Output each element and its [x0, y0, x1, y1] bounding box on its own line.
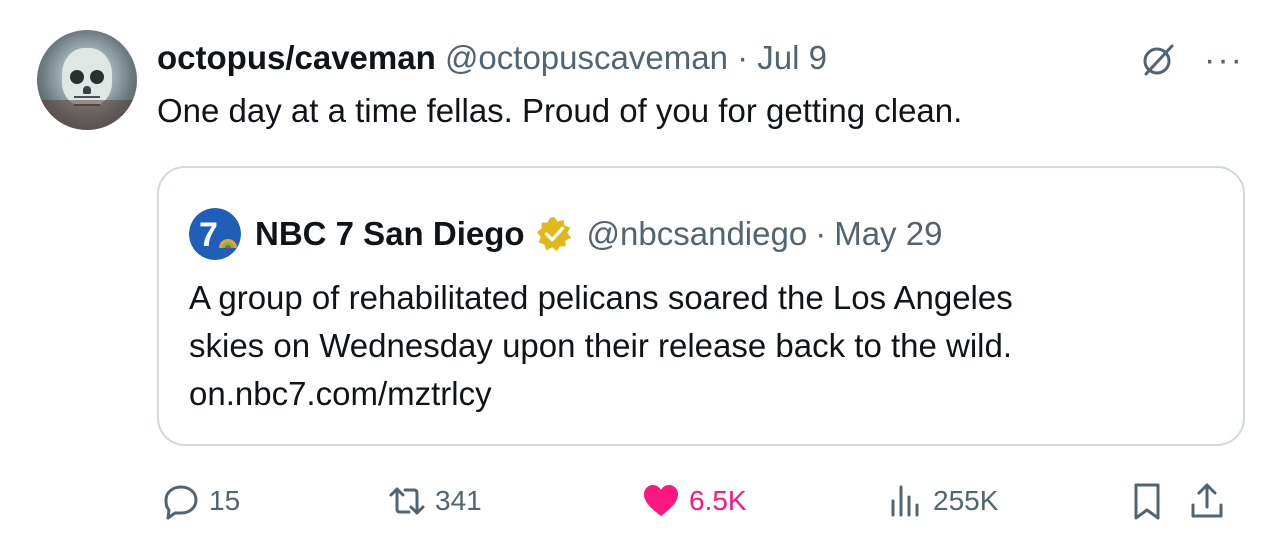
- tweet-header: octopus/caveman @octopuscaveman · Jul 9: [157, 38, 827, 78]
- views-icon: [891, 485, 919, 517]
- views-count: 255K: [933, 485, 999, 516]
- views-button[interactable]: 255K: [885, 481, 998, 521]
- author-handle[interactable]: @octopuscaveman: [445, 39, 728, 76]
- nbc7-logo: 7: [189, 208, 241, 260]
- like-button[interactable]: 6.5K: [641, 481, 747, 521]
- quoted-text-line: skies on Wednesday upon their release ba…: [189, 327, 1013, 364]
- tweet-date[interactable]: Jul 9: [757, 39, 827, 76]
- separator-dot: ·: [737, 39, 749, 76]
- action-bar: 15 341 6.5K 255K: [157, 481, 1247, 525]
- tweet-top-actions: ···: [1138, 40, 1244, 80]
- share-icon: [1191, 483, 1223, 518]
- verified-badge-icon[interactable]: [535, 215, 573, 253]
- bookmark-button[interactable]: [1127, 481, 1175, 521]
- avatar-skull: [62, 48, 112, 106]
- tweet-text: One day at a time fellas. Proud of you f…: [157, 92, 963, 129]
- quoted-tweet[interactable]: 7 NBC 7 San Diego @nbcsandiego · May 29 …: [157, 166, 1245, 446]
- heart-icon: [644, 485, 678, 516]
- avatar[interactable]: [37, 30, 137, 130]
- repost-icon: [389, 487, 425, 515]
- more-icon[interactable]: ···: [1204, 40, 1244, 80]
- quoted-link[interactable]: on.nbc7.com/mztrlcy: [189, 370, 1013, 418]
- quoted-tweet-header: 7 NBC 7 San Diego @nbcsandiego · May 29: [189, 208, 942, 260]
- repost-button[interactable]: 341: [387, 481, 482, 521]
- grok-icon[interactable]: [1138, 40, 1178, 80]
- svg-text:7: 7: [199, 216, 218, 254]
- quoted-tweet-date[interactable]: May 29: [834, 215, 942, 253]
- reply-icon: [164, 485, 198, 520]
- bookmark-icon: [1134, 483, 1160, 520]
- quoted-author-handle[interactable]: @nbcsandiego: [587, 215, 808, 253]
- repost-count: 341: [435, 485, 482, 516]
- reply-count: 15: [209, 485, 241, 516]
- share-button[interactable]: [1187, 481, 1235, 521]
- reply-button[interactable]: 15: [161, 481, 240, 521]
- quoted-text-line: A group of rehabilitated pelicans soared…: [189, 279, 1013, 316]
- quoted-separator-dot: ·: [815, 215, 827, 252]
- quoted-author-name[interactable]: NBC 7 San Diego: [255, 215, 525, 253]
- like-count: 6.5K: [689, 485, 747, 516]
- quoted-tweet-text: A group of rehabilitated pelicans soared…: [189, 274, 1013, 418]
- author-name[interactable]: octopus/caveman: [157, 39, 436, 76]
